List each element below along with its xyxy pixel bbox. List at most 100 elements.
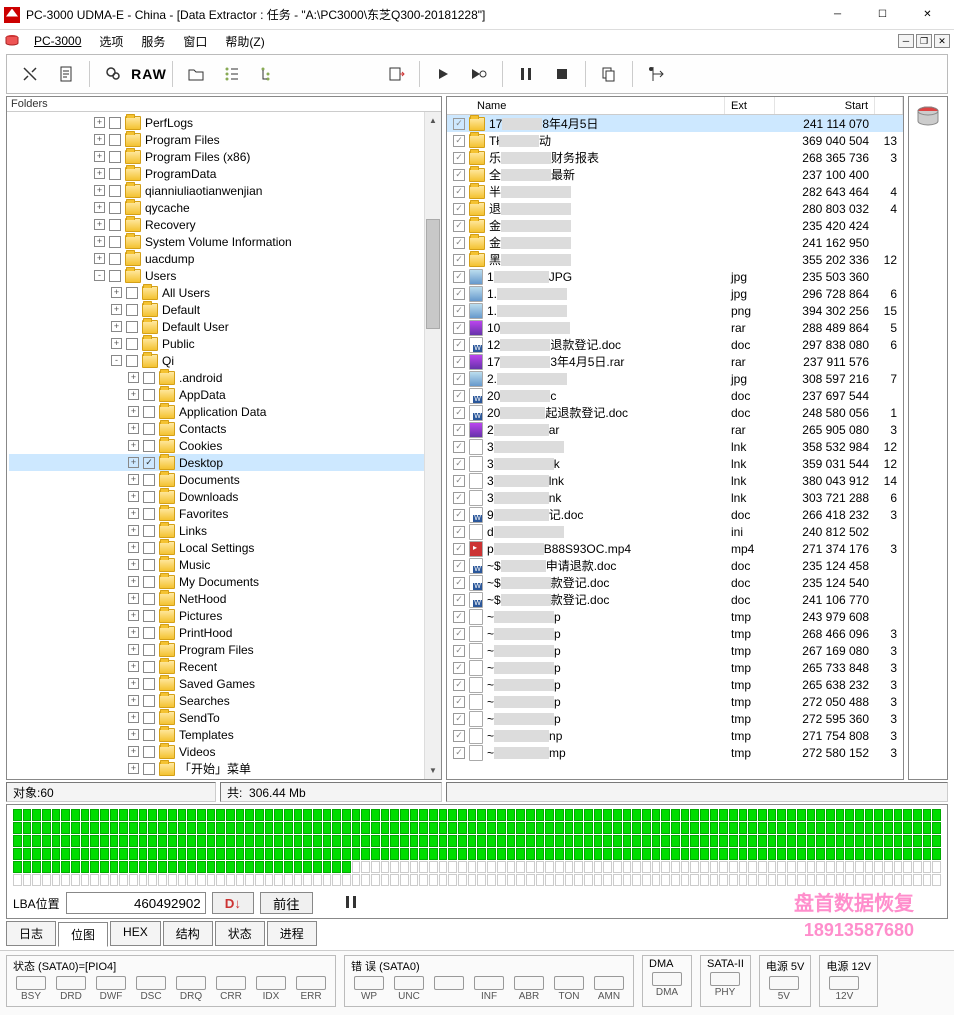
bitmap-cell[interactable]: [216, 809, 225, 821]
bitmap-cell[interactable]: [332, 835, 341, 847]
bitmap-cell[interactable]: [419, 822, 428, 834]
bitmap-cell[interactable]: [652, 848, 661, 860]
bitmap-cell[interactable]: [768, 861, 777, 873]
bitmap-cell[interactable]: [255, 861, 264, 873]
bitmap-cell[interactable]: [129, 809, 138, 821]
tree-checkbox[interactable]: [109, 185, 121, 197]
bitmap-cell[interactable]: [400, 809, 409, 821]
tree-checkbox[interactable]: [109, 117, 121, 129]
tree-item[interactable]: +Default: [9, 301, 439, 318]
bitmap-cell[interactable]: [42, 822, 51, 834]
bitmap-cell[interactable]: [565, 835, 574, 847]
file-checkbox[interactable]: [453, 339, 465, 351]
bitmap-cell[interactable]: [487, 861, 496, 873]
bitmap-cell[interactable]: [671, 835, 680, 847]
tree-checkbox[interactable]: [109, 236, 121, 248]
bitmap-cell[interactable]: [139, 874, 148, 886]
tree-checkbox[interactable]: [126, 355, 138, 367]
bitmap-cell[interactable]: [565, 822, 574, 834]
expander-icon[interactable]: +: [128, 695, 139, 706]
menu-window[interactable]: 窗口: [175, 31, 215, 52]
bitmap-cell[interactable]: [419, 874, 428, 886]
tree-checkbox[interactable]: [143, 559, 155, 571]
bitmap-cell[interactable]: [855, 874, 864, 886]
tree-checkbox[interactable]: [109, 134, 121, 146]
bitmap-cell[interactable]: [671, 809, 680, 821]
bitmap-cell[interactable]: [265, 848, 274, 860]
bitmap-cell[interactable]: [458, 861, 467, 873]
bitmap-cell[interactable]: [719, 822, 728, 834]
bitmap-cell[interactable]: [787, 861, 796, 873]
bitmap-cell[interactable]: [884, 809, 893, 821]
bitmap-cell[interactable]: [652, 809, 661, 821]
expander-icon[interactable]: +: [128, 491, 139, 502]
tree-checkbox[interactable]: [143, 678, 155, 690]
bitmap-cell[interactable]: [245, 861, 254, 873]
bitmap-cell[interactable]: [71, 848, 80, 860]
bitmap-cell[interactable]: [507, 848, 516, 860]
bitmap-cell[interactable]: [32, 874, 41, 886]
bitmap-cell[interactable]: [545, 822, 554, 834]
file-checkbox[interactable]: [453, 407, 465, 419]
bitmap-cell[interactable]: [932, 848, 941, 860]
tree-checkbox[interactable]: [126, 304, 138, 316]
bitmap-cell[interactable]: [216, 861, 225, 873]
bitmap-cell[interactable]: [274, 835, 283, 847]
bitmap-cell[interactable]: [187, 874, 196, 886]
tree-checkbox[interactable]: [143, 746, 155, 758]
bitmap-cell[interactable]: [545, 848, 554, 860]
bitmap-cell[interactable]: [613, 835, 622, 847]
bitmap-cell[interactable]: [410, 861, 419, 873]
bitmap-cell[interactable]: [477, 848, 486, 860]
file-row[interactable]: ~ptmp268 466 0963: [447, 625, 903, 642]
bitmap-cell[interactable]: [526, 848, 535, 860]
bitmap-cell[interactable]: [216, 822, 225, 834]
bitmap-cell[interactable]: [913, 861, 922, 873]
bitmap-cell[interactable]: [865, 822, 874, 834]
bitmap-cell[interactable]: [410, 822, 419, 834]
file-checkbox[interactable]: [453, 543, 465, 555]
bitmap-cell[interactable]: [642, 861, 651, 873]
file-checkbox[interactable]: [453, 169, 465, 181]
bitmap-cell[interactable]: [758, 874, 767, 886]
bitmap-cell[interactable]: [807, 809, 816, 821]
bitmap-cell[interactable]: [584, 861, 593, 873]
bitmap-cell[interactable]: [90, 822, 99, 834]
bitmap-cell[interactable]: [197, 809, 206, 821]
bitmap-cell[interactable]: [236, 874, 245, 886]
expander-icon[interactable]: +: [128, 440, 139, 451]
bitmap-cell[interactable]: [284, 809, 293, 821]
file-checkbox[interactable]: [453, 645, 465, 657]
file-row[interactable]: 金241 162 950: [447, 234, 903, 251]
bitmap-cell[interactable]: [448, 874, 457, 886]
bitmap-cell[interactable]: [448, 861, 457, 873]
file-checkbox[interactable]: [453, 696, 465, 708]
file-row[interactable]: ~ptmp267 169 0803: [447, 642, 903, 659]
bitmap-cell[interactable]: [23, 874, 32, 886]
file-row[interactable]: 2.jpg308 597 2167: [447, 370, 903, 387]
bitmap-cell[interactable]: [797, 835, 806, 847]
bitmap-cell[interactable]: [816, 835, 825, 847]
bitmap-cell[interactable]: [807, 848, 816, 860]
tree-item[interactable]: +Recent: [9, 658, 439, 675]
bitmap-cell[interactable]: [158, 861, 167, 873]
bitmap-cell[interactable]: [603, 835, 612, 847]
bitmap-cell[interactable]: [81, 848, 90, 860]
bitmap-cell[interactable]: [652, 822, 661, 834]
bitmap-cell[interactable]: [797, 874, 806, 886]
expander-icon[interactable]: +: [128, 576, 139, 587]
bitmap-cell[interactable]: [845, 835, 854, 847]
bitmap-cell[interactable]: [294, 848, 303, 860]
tree-item[interactable]: +PrintHood: [9, 624, 439, 641]
bitmap-cell[interactable]: [381, 822, 390, 834]
expander-icon[interactable]: +: [128, 474, 139, 485]
bitmap-cell[interactable]: [748, 874, 757, 886]
bitmap-cell[interactable]: [729, 835, 738, 847]
file-checkbox[interactable]: [453, 288, 465, 300]
tree-checkbox[interactable]: [143, 457, 155, 469]
tree-checkbox[interactable]: [109, 202, 121, 214]
bitmap-cell[interactable]: [777, 835, 786, 847]
tree-item[interactable]: +Favorites: [9, 505, 439, 522]
file-checkbox[interactable]: [453, 254, 465, 266]
bitmap-cell[interactable]: [642, 848, 651, 860]
